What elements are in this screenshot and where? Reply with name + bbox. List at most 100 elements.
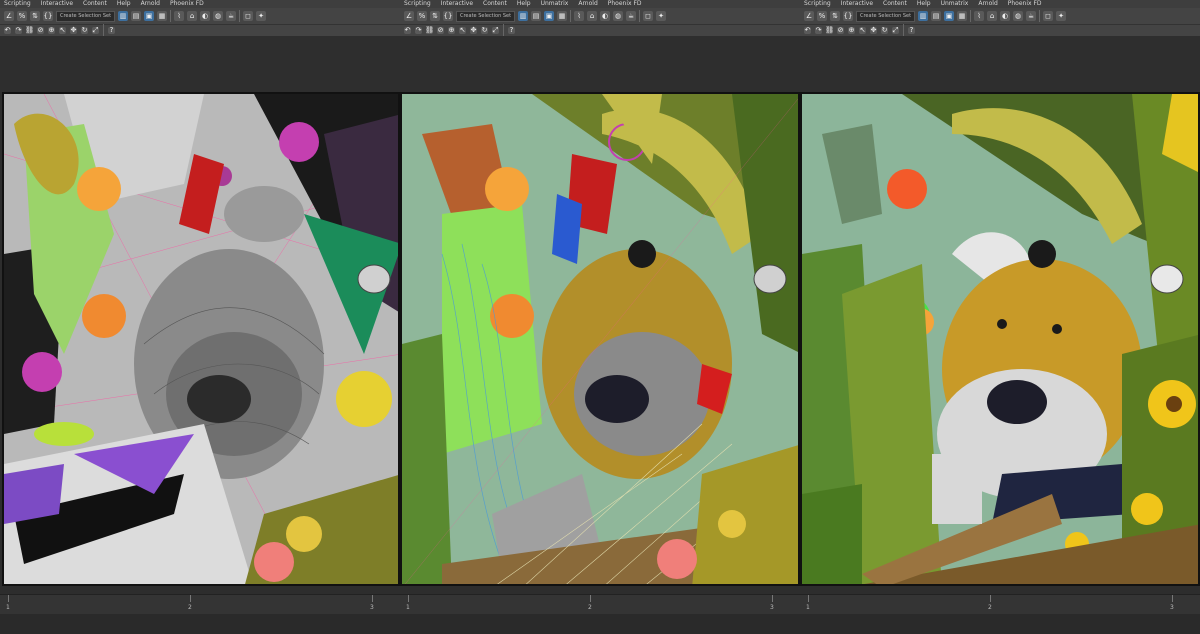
- menu-interactive[interactable]: Interactive: [41, 0, 73, 8]
- menu-arnold[interactable]: Arnold: [978, 0, 997, 8]
- move-icon[interactable]: ✥: [470, 26, 477, 34]
- scale-icon[interactable]: ⤢: [892, 26, 899, 34]
- light-icon[interactable]: ✦: [256, 11, 267, 21]
- edit-named-sets-icon[interactable]: {}: [43, 11, 53, 21]
- help-icon[interactable]: ?: [108, 26, 115, 34]
- help-icon[interactable]: ?: [508, 26, 515, 34]
- rotate-icon[interactable]: ↻: [81, 26, 88, 34]
- angle-snap-icon[interactable]: ∠: [404, 11, 414, 21]
- menu-interactive[interactable]: Interactive: [441, 0, 473, 8]
- timeline-2[interactable]: 1 2 3: [400, 594, 800, 615]
- select-icon[interactable]: ↖: [59, 26, 66, 34]
- menu-arnold[interactable]: Arnold: [578, 0, 597, 8]
- render-setup-icon[interactable]: ◍: [613, 11, 624, 21]
- unlink-icon[interactable]: ⊘: [837, 26, 844, 34]
- scale-icon[interactable]: ⤢: [492, 26, 499, 34]
- percent-snap-icon[interactable]: %: [17, 11, 27, 21]
- menu-phoenix[interactable]: Phoenix FD: [608, 0, 642, 8]
- undo-icon[interactable]: ↶: [4, 26, 11, 34]
- spinner-snap-icon[interactable]: ⇅: [430, 11, 440, 21]
- viewport-1[interactable]: [2, 92, 400, 586]
- mirror-icon[interactable]: ▥: [518, 11, 529, 21]
- menu-arnold[interactable]: Arnold: [141, 0, 160, 8]
- menu-help[interactable]: Help: [917, 0, 931, 8]
- selection-set-dropdown[interactable]: Create Selection Set: [456, 10, 516, 22]
- render-setup-icon[interactable]: ◍: [1013, 11, 1024, 21]
- layer-icon[interactable]: ▣: [144, 11, 155, 21]
- bind-icon[interactable]: ⊕: [448, 26, 455, 34]
- menu-unmatrix[interactable]: Unmatrix: [541, 0, 569, 8]
- menu-help[interactable]: Help: [117, 0, 131, 8]
- unlink-icon[interactable]: ⊘: [37, 26, 44, 34]
- scene-explorer-icon[interactable]: ▦: [557, 11, 568, 21]
- schematic-view-icon[interactable]: ⌂: [587, 11, 598, 21]
- schematic-view-icon[interactable]: ⌂: [187, 11, 198, 21]
- percent-snap-icon[interactable]: %: [817, 11, 827, 21]
- material-editor-icon[interactable]: ◐: [200, 11, 211, 21]
- move-icon[interactable]: ✥: [70, 26, 77, 34]
- mirror-icon[interactable]: ▥: [118, 11, 129, 21]
- align-icon[interactable]: ▤: [531, 11, 542, 21]
- redo-icon[interactable]: ↷: [415, 26, 422, 34]
- redo-icon[interactable]: ↷: [815, 26, 822, 34]
- material-editor-icon[interactable]: ◐: [600, 11, 611, 21]
- select-icon[interactable]: ↖: [859, 26, 866, 34]
- layer-icon[interactable]: ▣: [944, 11, 955, 21]
- menu-content[interactable]: Content: [883, 0, 907, 8]
- link-icon[interactable]: ⛓: [425, 26, 434, 34]
- percent-snap-icon[interactable]: %: [417, 11, 427, 21]
- link-icon[interactable]: ⛓: [825, 26, 834, 34]
- link-icon[interactable]: ⛓: [25, 26, 34, 34]
- bind-icon[interactable]: ⊕: [48, 26, 55, 34]
- undo-icon[interactable]: ↶: [404, 26, 411, 34]
- curve-editor-icon[interactable]: ⌇: [174, 11, 185, 21]
- spinner-snap-icon[interactable]: ⇅: [30, 11, 40, 21]
- scale-icon[interactable]: ⤢: [92, 26, 99, 34]
- menu-unmatrix[interactable]: Unmatrix: [941, 0, 969, 8]
- menu-interactive[interactable]: Interactive: [841, 0, 873, 8]
- align-icon[interactable]: ▤: [931, 11, 942, 21]
- angle-snap-icon[interactable]: ∠: [804, 11, 814, 21]
- select-icon[interactable]: ↖: [459, 26, 466, 34]
- light-icon[interactable]: ✦: [1056, 11, 1067, 21]
- edit-named-sets-icon[interactable]: {}: [443, 11, 453, 21]
- render-icon[interactable]: ☕: [1026, 11, 1037, 21]
- mirror-icon[interactable]: ▥: [918, 11, 929, 21]
- viewport-icon[interactable]: ◻: [643, 11, 654, 21]
- scene-explorer-icon[interactable]: ▦: [157, 11, 168, 21]
- edit-named-sets-icon[interactable]: {}: [843, 11, 853, 21]
- viewport-icon[interactable]: ◻: [243, 11, 254, 21]
- align-icon[interactable]: ▤: [131, 11, 142, 21]
- material-editor-icon[interactable]: ◐: [1000, 11, 1011, 21]
- render-icon[interactable]: ☕: [226, 11, 237, 21]
- move-icon[interactable]: ✥: [870, 26, 877, 34]
- angle-snap-icon[interactable]: ∠: [4, 11, 14, 21]
- schematic-view-icon[interactable]: ⌂: [987, 11, 998, 21]
- render-icon[interactable]: ☕: [626, 11, 637, 21]
- viewport-icon[interactable]: ◻: [1043, 11, 1054, 21]
- help-icon[interactable]: ?: [908, 26, 915, 34]
- render-setup-icon[interactable]: ◍: [213, 11, 224, 21]
- selection-set-dropdown[interactable]: Create Selection Set: [856, 10, 916, 22]
- menu-scripting[interactable]: Scripting: [804, 0, 831, 8]
- curve-editor-icon[interactable]: ⌇: [574, 11, 585, 21]
- rotate-icon[interactable]: ↻: [881, 26, 888, 34]
- menu-content[interactable]: Content: [483, 0, 507, 8]
- menu-content[interactable]: Content: [83, 0, 107, 8]
- curve-editor-icon[interactable]: ⌇: [974, 11, 985, 21]
- timeline-3[interactable]: 1 2 3: [800, 594, 1200, 615]
- rotate-icon[interactable]: ↻: [481, 26, 488, 34]
- menu-scripting[interactable]: Scripting: [404, 0, 431, 8]
- light-icon[interactable]: ✦: [656, 11, 667, 21]
- bind-icon[interactable]: ⊕: [848, 26, 855, 34]
- timeline-1[interactable]: 1 2 3: [0, 594, 400, 615]
- spinner-snap-icon[interactable]: ⇅: [830, 11, 840, 21]
- layer-icon[interactable]: ▣: [544, 11, 555, 21]
- menu-help[interactable]: Help: [517, 0, 531, 8]
- scene-explorer-icon[interactable]: ▦: [957, 11, 968, 21]
- viewport-3[interactable]: [800, 92, 1200, 586]
- menu-phoenix[interactable]: Phoenix FD: [1008, 0, 1042, 8]
- unlink-icon[interactable]: ⊘: [437, 26, 444, 34]
- selection-set-dropdown[interactable]: Create Selection Set: [56, 10, 116, 22]
- undo-icon[interactable]: ↶: [804, 26, 811, 34]
